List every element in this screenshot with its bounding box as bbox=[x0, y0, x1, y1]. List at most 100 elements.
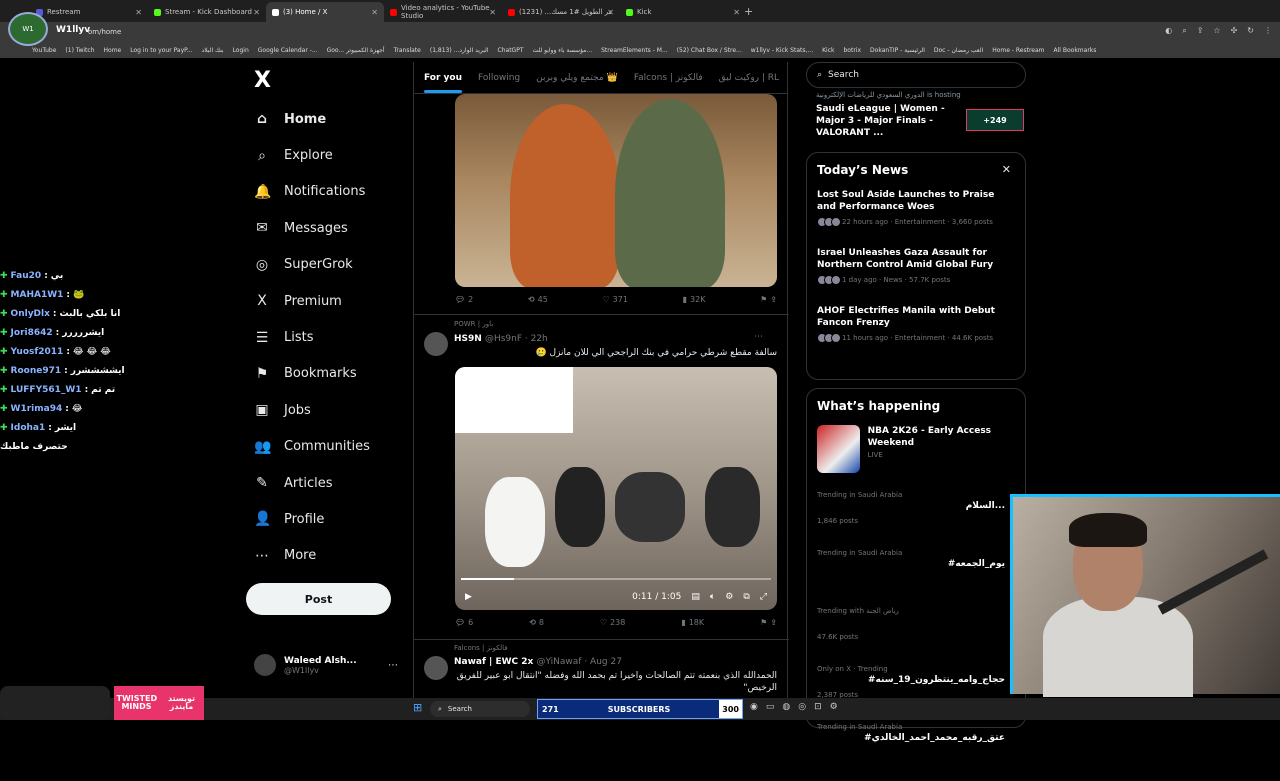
trend-item[interactable]: Trending with رياض الجنة 47.6K posts bbox=[817, 607, 1015, 665]
tab-for-you[interactable]: For you bbox=[424, 73, 462, 93]
like-button[interactable]: ♡ 371 bbox=[602, 295, 627, 304]
news-item[interactable]: Lost Soul Aside Launches to Praise and P… bbox=[817, 189, 1015, 227]
sidebar-item-communities[interactable]: 👥 Communities bbox=[246, 429, 411, 465]
close-icon[interactable]: ✕ bbox=[607, 8, 614, 17]
browser-tab-kick-dashboard[interactable]: Stream - Kick Dashboard ✕ bbox=[148, 2, 266, 22]
views-button[interactable]: ▮ 32K bbox=[683, 295, 706, 304]
puzzle-icon[interactable]: ✣ bbox=[1231, 26, 1238, 36]
more-icon[interactable]: ⋯ bbox=[388, 660, 398, 671]
browser-tab-kick[interactable]: Kick ✕ bbox=[620, 2, 740, 22]
repost-button[interactable]: ⟲ 45 bbox=[528, 295, 548, 304]
x-logo[interactable]: X bbox=[254, 68, 411, 93]
taskbar-search[interactable]: ⌕ Search bbox=[430, 701, 530, 717]
chrome-icon[interactable]: ◉ bbox=[750, 702, 758, 712]
news-item[interactable]: AHOF Electrifies Manila with Debut Fanco… bbox=[817, 305, 1015, 343]
menu-icon[interactable]: ⋮ bbox=[1264, 26, 1272, 36]
search-input[interactable]: ⌕ Search bbox=[806, 62, 1026, 88]
close-icon[interactable]: ✕ bbox=[135, 8, 142, 17]
new-tab-button[interactable]: + bbox=[744, 5, 753, 18]
bookmark-item[interactable]: Home - Restream bbox=[992, 47, 1044, 54]
bookmark-item[interactable]: YouTube bbox=[32, 47, 56, 54]
bookmark-item[interactable]: Kick bbox=[822, 47, 834, 54]
bookmark-button[interactable]: ⚑ ⇪ bbox=[760, 295, 777, 304]
bookmark-item[interactable]: botrix bbox=[844, 47, 862, 54]
bookmark-item[interactable]: البريد الوارد... (1,813) bbox=[430, 47, 489, 54]
pip-icon[interactable]: ⧉ bbox=[743, 592, 749, 602]
captions-icon[interactable]: ▤ bbox=[691, 592, 700, 602]
close-icon[interactable]: ✕ bbox=[1002, 163, 1011, 176]
browser-tab-x-home[interactable]: (3) Home / X ✕ bbox=[266, 2, 384, 22]
trend-item[interactable]: Trending in Saudi Arabia يوم_الجمعه# bbox=[817, 549, 1015, 607]
share-icon[interactable]: ⇪ bbox=[770, 618, 777, 627]
volume-icon[interactable]: 🔈︎ bbox=[710, 592, 715, 602]
bookmark-item[interactable]: Home bbox=[104, 47, 122, 54]
bookmark-item[interactable]: مؤسسة باء ووايو للت... bbox=[533, 47, 593, 54]
sidebar-item-home[interactable]: ⌂ Home bbox=[246, 101, 411, 137]
tab-community-falcons[interactable]: Falcons | فالكونز bbox=[634, 73, 703, 83]
share-icon[interactable]: ⇪ bbox=[1197, 26, 1204, 36]
bookmark-item[interactable]: (1) Twitch bbox=[65, 47, 94, 54]
share-icon[interactable]: ⇪ bbox=[770, 295, 777, 304]
account-switcher[interactable]: Waleed Alsh... @W1llyv bbox=[254, 654, 357, 676]
live-space-card[interactable]: الدوري السعودي للرياضات الإلكترونية is h… bbox=[816, 91, 1026, 139]
bookmark-item[interactable]: Doc - العب رمضان bbox=[934, 47, 983, 54]
community-label[interactable]: Falcons | فالكونز bbox=[454, 644, 508, 652]
refresh-icon[interactable]: ↻ bbox=[1247, 26, 1254, 36]
close-icon[interactable]: ✕ bbox=[489, 8, 496, 17]
tweet-video[interactable]: ▶ 0:11 / 1:05 ▤ 🔈︎ ⚙ ⧉ ⤢ bbox=[455, 367, 777, 610]
sidebar-item-more[interactable]: ⋯ More bbox=[246, 538, 411, 574]
tab-following[interactable]: Following bbox=[478, 73, 520, 83]
reply-button[interactable]: 💬︎ 6 bbox=[455, 618, 473, 627]
address-bar[interactable]: om/home ◐ ⌕ ⇪ ☆ ✣ ↻ ⋮ bbox=[0, 22, 1280, 42]
bookmark-item[interactable]: (52) Chat Box / Stre... bbox=[677, 47, 742, 54]
bookmark-item[interactable]: Goo... أجهزة الكمبيوتر bbox=[327, 47, 385, 54]
app-icon[interactable]: ⊡ bbox=[814, 702, 822, 712]
tab-community-rl[interactable]: روكيت ليق | RL bbox=[719, 73, 779, 83]
folder-icon[interactable]: ▭ bbox=[766, 702, 775, 712]
views-button[interactable]: ▮ 18K bbox=[681, 618, 704, 627]
avatar[interactable] bbox=[424, 332, 448, 356]
more-icon[interactable]: ⋯ bbox=[754, 332, 763, 342]
reply-button[interactable]: 💬︎ 2 bbox=[455, 295, 473, 304]
close-icon[interactable]: ✕ bbox=[733, 8, 740, 17]
bookmark-item[interactable]: Google Calendar -... bbox=[258, 47, 318, 54]
repost-button[interactable]: ⟲ 8 bbox=[529, 618, 544, 627]
trend-item[interactable]: Trending in Saudi Arabia عتق_رقبه_محمد_اح… bbox=[817, 723, 1015, 781]
sidebar-item-articles[interactable]: ✎ Articles bbox=[246, 465, 411, 501]
bookmark-item[interactable]: بنك البلاد bbox=[202, 47, 224, 54]
browser-tab-youtube-video[interactable]: السفر الطويل #1 مسك... (1231)✕ bbox=[502, 2, 620, 22]
sidebar-item-lists[interactable]: ☰ Lists bbox=[246, 319, 411, 355]
sidebar-item-profile[interactable]: 👤 Profile bbox=[246, 501, 411, 537]
tweet-author[interactable]: HS9N @Hs9nF · 22h bbox=[454, 334, 548, 344]
browser-tab-youtube-studio[interactable]: Video analytics - YouTube Studio ✕ bbox=[384, 2, 502, 22]
bookmark-item[interactable]: Translate bbox=[394, 47, 421, 54]
sidebar-item-messages[interactable]: ✉ Messages bbox=[246, 210, 411, 246]
sidebar-item-premium[interactable]: X Premium bbox=[246, 283, 411, 319]
sidebar-item-bookmarks[interactable]: ⚑ Bookmarks bbox=[246, 356, 411, 392]
bookmark-item[interactable]: All Bookmarks bbox=[1054, 47, 1097, 54]
discord-icon[interactable]: ◍ bbox=[782, 702, 790, 712]
video-progress-bar[interactable] bbox=[461, 578, 771, 580]
bookmark-item[interactable]: ChatGPT bbox=[498, 47, 524, 54]
bookmark-item[interactable]: Login bbox=[233, 47, 249, 54]
play-icon[interactable]: ▶ bbox=[465, 592, 472, 602]
bookmark-item[interactable]: DokanTIP - الرئيسية bbox=[870, 47, 925, 54]
windows-start-icon[interactable]: ⊞ bbox=[413, 702, 425, 714]
bookmark-button[interactable]: ⚑ ⇪ bbox=[760, 618, 777, 627]
settings-icon[interactable]: ⚙ bbox=[830, 702, 838, 712]
bookmark-item[interactable]: w1llyv - Kick Stats,... bbox=[751, 47, 813, 54]
zoom-icon[interactable]: ⌕ bbox=[1182, 26, 1186, 36]
featured-event[interactable]: NBA 2K26 - Early Access Weekend LIVE bbox=[817, 425, 1015, 473]
extension-icon[interactable]: ◐ bbox=[1165, 26, 1172, 36]
avatar[interactable] bbox=[424, 656, 448, 680]
settings-icon[interactable]: ⚙ bbox=[725, 592, 733, 602]
news-item[interactable]: Israel Unleashes Gaza Assault for Northe… bbox=[817, 247, 1015, 285]
sidebar-item-explore[interactable]: ⌕ Explore bbox=[246, 137, 411, 173]
tab-community-willy[interactable]: مجتمع ويلي وبربن 👑 bbox=[536, 73, 618, 83]
like-button[interactable]: ♡ 238 bbox=[600, 618, 625, 627]
sidebar-item-notifications[interactable]: 🔔 Notifications bbox=[246, 174, 411, 210]
community-label[interactable]: POWR | باور bbox=[454, 320, 493, 328]
post-button[interactable]: Post bbox=[246, 583, 391, 615]
star-icon[interactable]: ☆ bbox=[1213, 26, 1220, 36]
sidebar-item-supergrok[interactable]: ◎ SuperGrok bbox=[246, 247, 411, 283]
